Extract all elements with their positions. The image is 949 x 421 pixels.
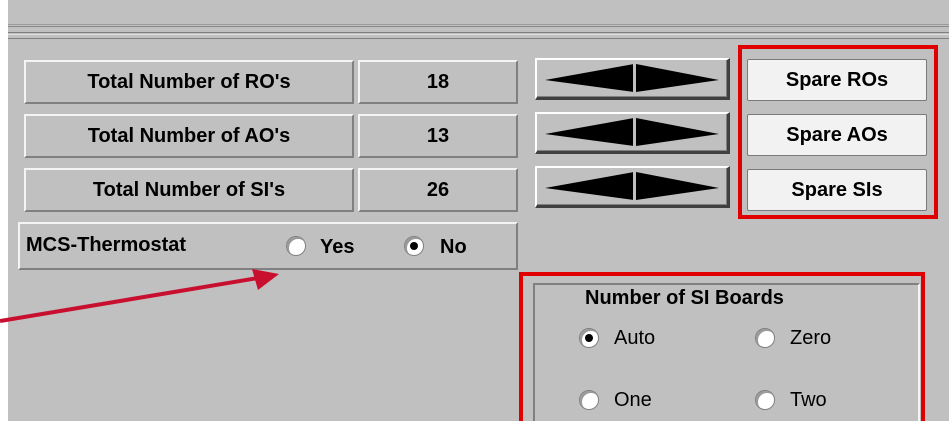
separator <box>8 24 949 25</box>
separator <box>8 34 949 35</box>
separator <box>8 32 949 33</box>
separator <box>8 26 949 27</box>
mcs-yes-label: Yes <box>320 236 355 258</box>
ro-count-label: Total Number of RO's <box>24 60 354 104</box>
mcs-no-radio[interactable] <box>404 236 424 256</box>
ao-count-label: Total Number of AO's <box>24 114 354 158</box>
si-count-value: 26 <box>358 168 518 212</box>
double-arrow-icon <box>545 63 719 94</box>
si-count-label: Total Number of SI's <box>24 168 354 212</box>
ro-transfer-arrow-button[interactable] <box>535 58 730 100</box>
ao-transfer-arrow-button[interactable] <box>535 112 730 154</box>
mcs-no-label: No <box>440 236 467 258</box>
si-transfer-arrow-button[interactable] <box>535 166 730 208</box>
mcs-yes-radio[interactable] <box>286 236 306 256</box>
ao-count-value: 13 <box>358 114 518 158</box>
spare-buttons-highlight <box>738 45 938 219</box>
mcs-thermostat-label: MCS-Thermostat <box>26 234 187 256</box>
si-boards-highlight <box>519 272 925 421</box>
double-arrow-icon <box>545 171 719 202</box>
separator <box>8 38 949 39</box>
double-arrow-icon <box>545 117 719 148</box>
ro-count-value: 18 <box>358 60 518 104</box>
annotation-arrow-icon <box>0 269 279 323</box>
